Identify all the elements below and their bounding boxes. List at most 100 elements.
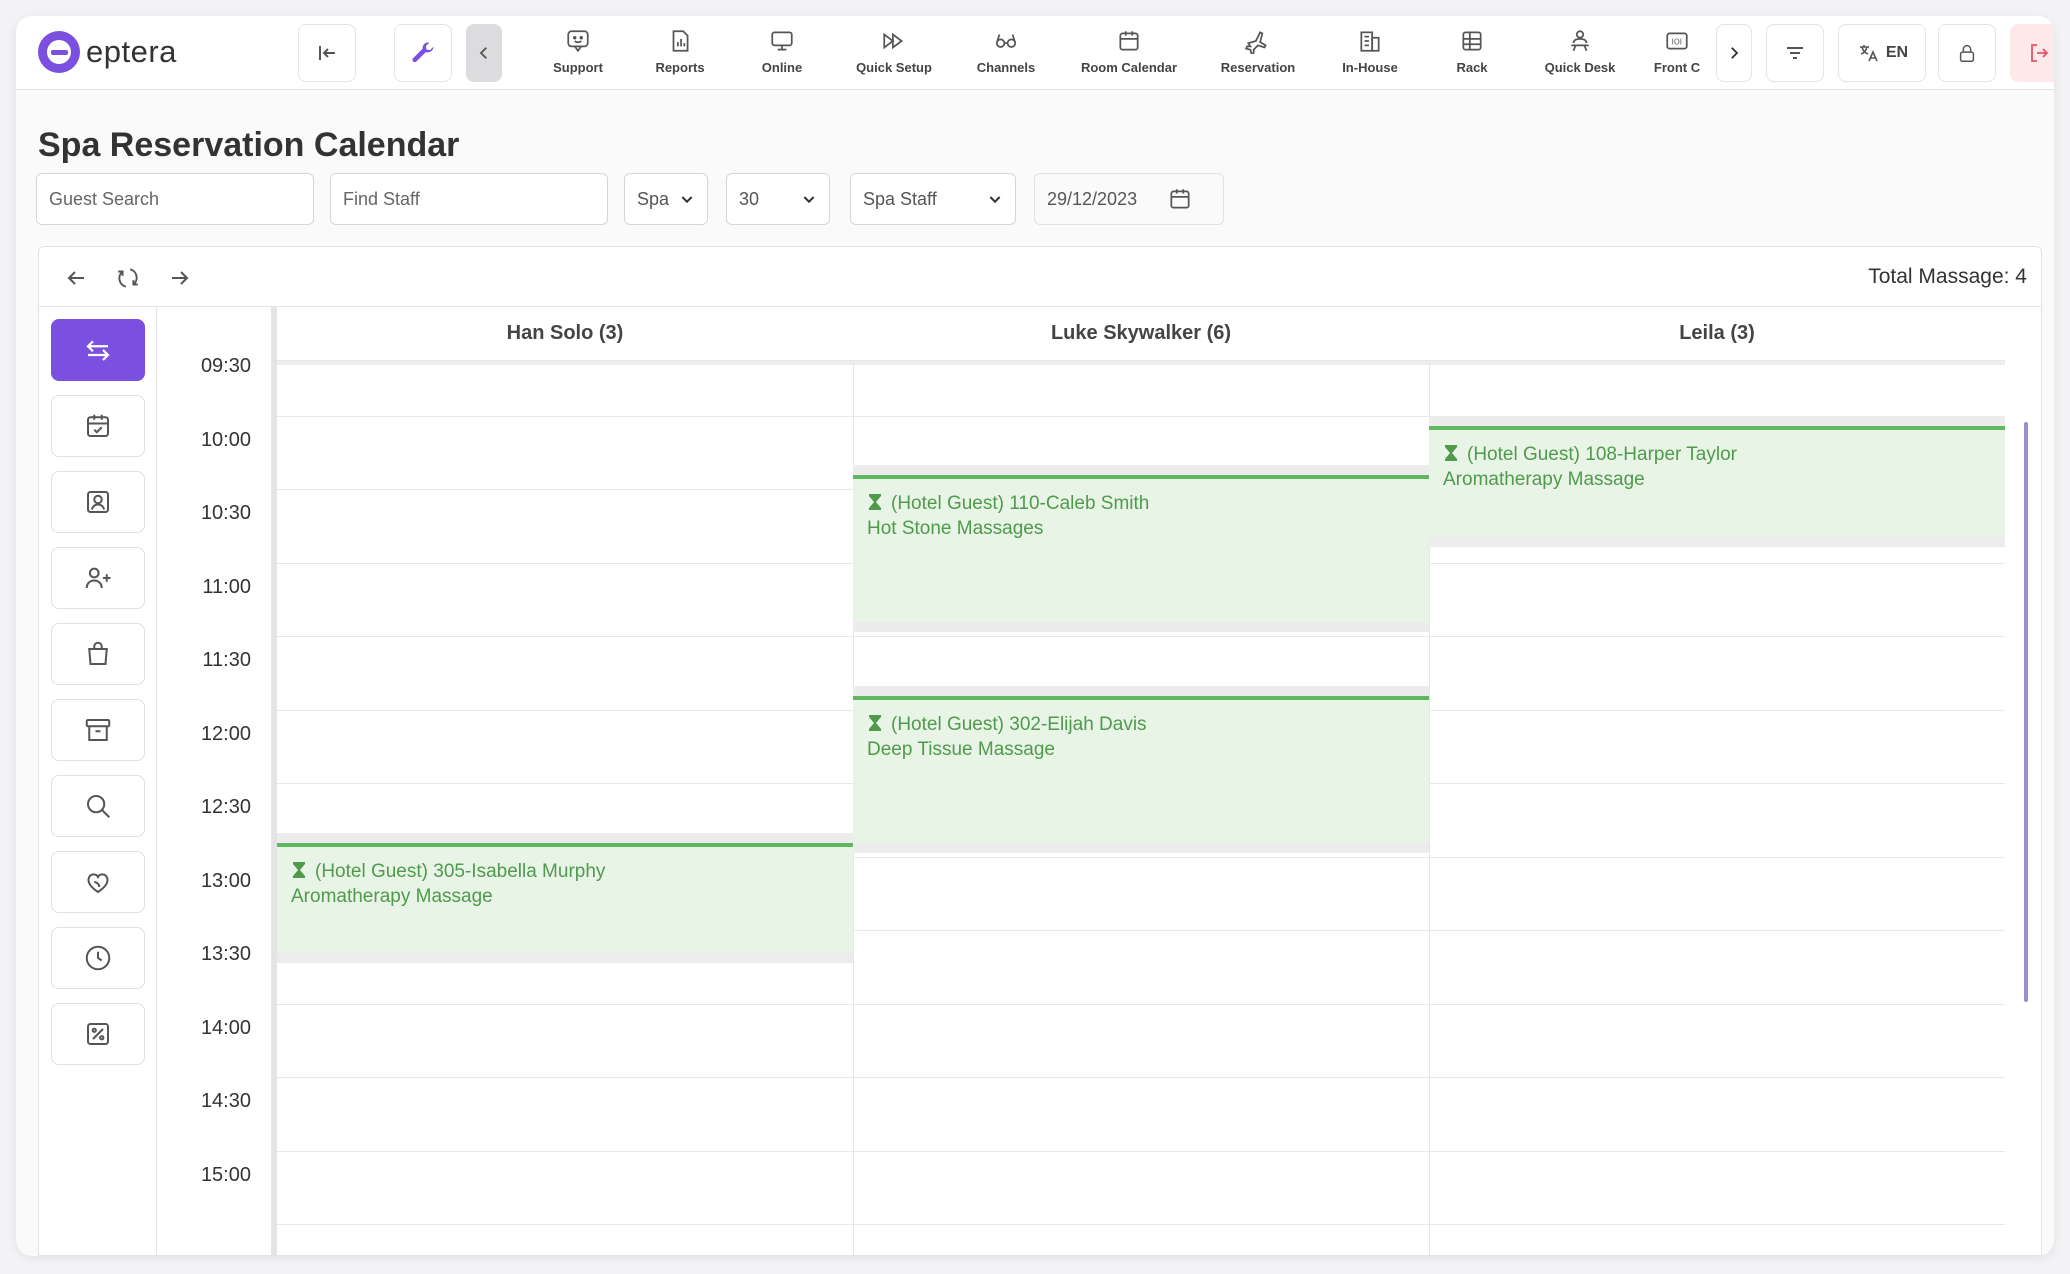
- appointment-guest: (Hotel Guest) 302-Elijah Davis: [891, 713, 1147, 735]
- top-navigation: eptera Support Reports Online Quick Setu…: [16, 16, 2054, 90]
- calendar-icon[interactable]: [1167, 186, 1193, 212]
- discount-button[interactable]: [51, 1003, 145, 1065]
- total-massage-count: Total Massage: 4: [1868, 265, 2027, 288]
- time-label: 14:00: [200, 1016, 251, 1039]
- nav-label: Rack: [1456, 60, 1488, 75]
- spa-appointment[interactable]: (Hotel Guest) 305-Isabella Murphy Aromath…: [277, 842, 853, 953]
- category-select[interactable]: Spa: [624, 173, 708, 225]
- event-spacer: [277, 832, 853, 843]
- wellness-button[interactable]: [51, 851, 145, 913]
- nav-label: Front C: [1653, 60, 1701, 75]
- appointment-guest: (Hotel Guest) 110-Caleb Smith: [891, 493, 1150, 515]
- appointment-guest: (Hotel Guest) 305-Isabella Murphy: [315, 860, 606, 882]
- slot-line: [277, 1077, 2005, 1079]
- nav-label: Quick Desk: [1544, 60, 1616, 75]
- staff-column-header[interactable]: Luke Skywalker (6): [853, 307, 1429, 361]
- find-staff-input[interactable]: Find Staff: [330, 173, 608, 225]
- search-icon: [87, 795, 110, 818]
- time-label: 10:00: [200, 428, 251, 451]
- hourglass-icon: [293, 861, 305, 878]
- appointment-service: Aromatherapy Massage: [1443, 469, 1645, 491]
- nav-label: Support: [553, 60, 603, 75]
- event-spacer: [853, 842, 1429, 853]
- nav-rack[interactable]: Rack: [1420, 26, 1524, 82]
- chevron-down-icon: [681, 196, 693, 204]
- nav-front-c[interactable]: IOI Front C: [1642, 26, 1712, 82]
- nav-support[interactable]: Support: [526, 26, 630, 82]
- switch-view-button[interactable]: [51, 319, 145, 381]
- staff-group-value: Spa Staff: [863, 188, 937, 209]
- time-label: 11:00: [202, 575, 251, 598]
- collapse-sidebar-button[interactable]: [298, 24, 356, 82]
- event-spacer: [1429, 536, 2005, 547]
- nav-room-calendar[interactable]: Room Calendar: [1076, 26, 1182, 82]
- interval-select[interactable]: 30: [726, 173, 830, 225]
- nav-channels[interactable]: Channels: [954, 26, 1058, 82]
- appointment-service: Aromatherapy Massage: [291, 885, 493, 907]
- svg-text:IOI: IOI: [1672, 37, 1682, 46]
- nav-label: In-House: [1342, 60, 1398, 75]
- filter-lines-icon: [1787, 47, 1803, 59]
- nav-online[interactable]: Online: [730, 26, 834, 82]
- nav-reservation[interactable]: Reservation: [1206, 26, 1310, 82]
- shopping-bag-icon: [88, 641, 108, 665]
- spa-appointment[interactable]: (Hotel Guest) 110-Caleb Smith Hot Stone M…: [853, 475, 1429, 623]
- scroll-nav-right-button[interactable]: [1716, 24, 1752, 82]
- hourglass-icon: [869, 714, 881, 731]
- find-staff-placeholder: Find Staff: [343, 188, 420, 209]
- time-label: 11:30: [202, 649, 251, 671]
- refresh-button[interactable]: [113, 263, 143, 293]
- date-value: 29/12/2023: [1047, 188, 1138, 209]
- nav-label: Quick Setup: [856, 60, 932, 75]
- arrow-left-icon: [67, 271, 84, 285]
- nav-quick-desk[interactable]: Quick Desk: [1528, 26, 1632, 82]
- search-button[interactable]: [51, 775, 145, 837]
- fast-forward-icon: [883, 32, 904, 50]
- add-guest-button[interactable]: [51, 547, 145, 609]
- guest-profile-button[interactable]: [51, 471, 145, 533]
- wrench-icon: [412, 42, 434, 63]
- vertical-scrollbar[interactable]: [2024, 422, 2028, 1002]
- slot-line: [277, 1224, 2005, 1226]
- spa-appointment[interactable]: (Hotel Guest) 302-Elijah Davis Deep Tissu…: [853, 695, 1429, 843]
- heart-leaf-icon: [87, 873, 109, 894]
- staff-column-header[interactable]: Leila (3): [1429, 307, 2005, 361]
- event-spacer: [277, 953, 853, 963]
- date-picker[interactable]: 29/12/2023: [1034, 173, 1224, 225]
- logo[interactable]: eptera: [38, 29, 177, 75]
- nav-label: Reports: [655, 60, 705, 75]
- archive-button[interactable]: [51, 699, 145, 761]
- filter-button[interactable]: [1766, 24, 1824, 82]
- percent-icon: [87, 1023, 109, 1045]
- logout-icon: [2031, 44, 2049, 62]
- calendar-check-button[interactable]: [51, 395, 145, 457]
- nav-in-house[interactable]: In-House: [1318, 26, 1422, 82]
- archive-box-icon: [85, 719, 111, 741]
- staff-column-header[interactable]: Han Solo (3): [277, 307, 853, 361]
- scroll-nav-left-button[interactable]: [466, 24, 502, 82]
- next-day-button[interactable]: [165, 263, 195, 293]
- clock-icon: [85, 945, 111, 971]
- hourglass-icon: [1445, 445, 1457, 462]
- history-button[interactable]: [51, 927, 145, 989]
- logout-button[interactable]: [2010, 24, 2054, 82]
- desk-person-icon: [1571, 30, 1589, 52]
- spa-appointment[interactable]: (Hotel Guest) 108-Harper Taylor Aromather…: [1429, 426, 2005, 537]
- nav-reports[interactable]: Reports: [628, 26, 732, 82]
- calendar-check-icon: [87, 414, 109, 437]
- event-spacer: [1429, 416, 2005, 427]
- refresh-icon: [118, 268, 138, 288]
- language-button[interactable]: EN: [1838, 24, 1926, 82]
- shopping-button[interactable]: [51, 623, 145, 685]
- calendar-toolbar: Total Massage: 4: [39, 247, 2041, 307]
- event-spacer: [853, 622, 1429, 633]
- guest-search-input[interactable]: Guest Search: [36, 173, 314, 225]
- staff-group-select[interactable]: Spa Staff: [850, 173, 1016, 225]
- lock-button[interactable]: [1938, 24, 1996, 82]
- nav-quick-setup[interactable]: Quick Setup: [842, 26, 946, 82]
- time-label: 14:30: [200, 1090, 251, 1112]
- logo-mark-icon: [38, 31, 80, 73]
- previous-day-button[interactable]: [61, 263, 91, 293]
- nav-label: Reservation: [1220, 60, 1296, 75]
- settings-tool-button[interactable]: [394, 24, 452, 82]
